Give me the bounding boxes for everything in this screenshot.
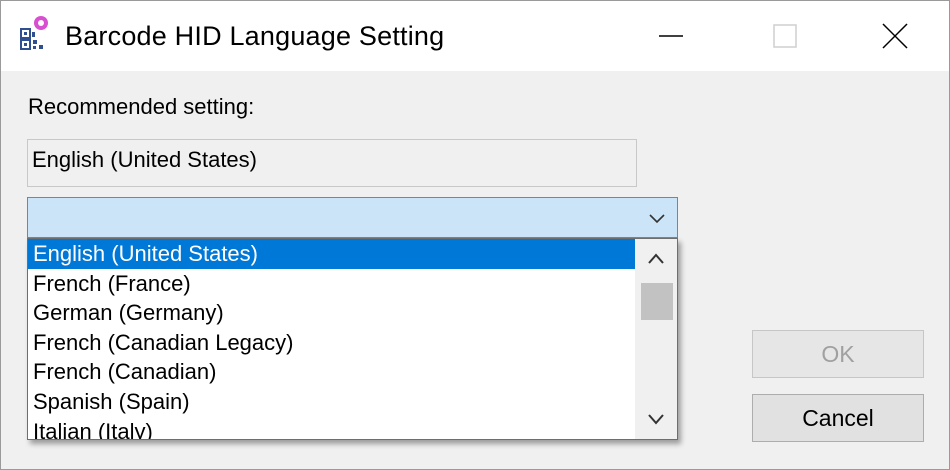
dropdown-option[interactable]: Spanish (Spain) xyxy=(28,387,635,417)
scroll-up-button[interactable] xyxy=(635,239,677,279)
close-button[interactable] xyxy=(849,1,941,71)
maximize-icon xyxy=(773,24,797,48)
scroll-down-button[interactable] xyxy=(635,399,677,439)
barcode-app-icon xyxy=(20,16,48,50)
scrollbar-thumb[interactable] xyxy=(641,283,673,320)
title-bar[interactable]: Barcode HID Language Setting xyxy=(1,1,949,71)
recommended-setting-value: English (United States) xyxy=(32,147,257,172)
dropdown-option[interactable]: English (United States) xyxy=(28,239,635,269)
chevron-down-icon[interactable] xyxy=(647,208,667,228)
dropdown-option[interactable]: German (Germany) xyxy=(28,298,635,328)
chevron-up-icon xyxy=(648,253,664,264)
recommended-setting-label: Recommended setting: xyxy=(28,94,255,119)
dropdown-option[interactable]: French (France) xyxy=(28,269,635,299)
dropdown-option[interactable]: French (Canadian) xyxy=(28,357,635,387)
chevron-down-icon xyxy=(648,414,664,425)
cancel-button[interactable]: Cancel xyxy=(752,394,924,442)
window-title: Barcode HID Language Setting xyxy=(65,21,445,51)
maximize-button[interactable] xyxy=(739,1,831,71)
close-icon xyxy=(882,23,908,49)
language-dropdown-list[interactable]: English (United States) French (France) Ge… xyxy=(27,238,678,440)
ok-button[interactable]: OK xyxy=(752,330,924,378)
minimize-button[interactable] xyxy=(625,1,717,71)
recommended-setting-field: English (United States) xyxy=(27,139,637,187)
minimize-icon xyxy=(659,35,683,37)
dropdown-option[interactable]: French (Canadian Legacy) xyxy=(28,328,635,358)
dropdown-scrollbar[interactable] xyxy=(635,239,677,439)
dialog-window: Barcode HID Language Setting Recommended… xyxy=(0,0,950,470)
dropdown-option[interactable]: Italian (Italy) xyxy=(28,417,635,439)
dropdown-options[interactable]: English (United States) French (France) Ge… xyxy=(28,239,635,439)
language-combobox[interactable] xyxy=(27,197,678,238)
